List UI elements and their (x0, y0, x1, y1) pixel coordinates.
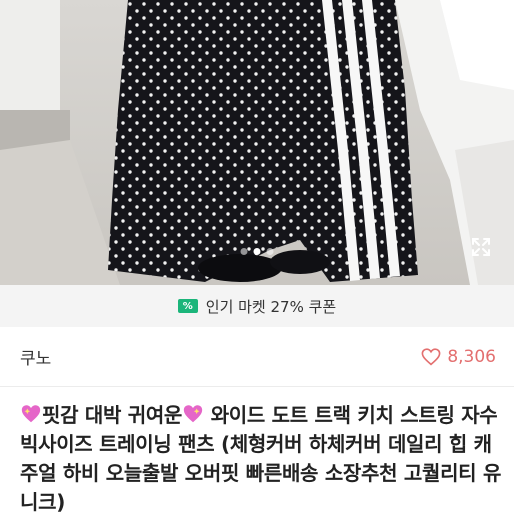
sparkling-heart-icon (183, 405, 203, 423)
carousel-dot[interactable] (240, 248, 248, 255)
coupon-banner[interactable]: % 인기 마켓 27% 쿠폰 (0, 285, 514, 327)
like-button[interactable]: 8,306 (421, 347, 496, 367)
product-photo-illustration (0, 0, 514, 285)
product-title-lead: 핏감 대박 귀여운 (42, 403, 183, 427)
seller-row: 쿠노 8,306 (0, 327, 514, 387)
coupon-tag-icon: % (177, 299, 198, 313)
product-image[interactable] (0, 0, 514, 285)
seller-name[interactable]: 쿠노 (20, 344, 51, 369)
carousel-indicator (240, 248, 274, 255)
like-count: 8,306 (447, 346, 496, 367)
sparkling-heart-icon (21, 405, 41, 423)
product-title: 핏감 대박 귀여운 와이드 도트 트랙 키치 스트링 자수 빅사이즈 트레이닝 … (20, 401, 506, 514)
carousel-dot[interactable] (266, 248, 274, 255)
expand-image-button[interactable] (470, 236, 500, 266)
coupon-text: 인기 마켓 27% 쿠폰 (205, 297, 337, 316)
expand-icon (472, 238, 490, 256)
heart-outline-icon (421, 347, 441, 365)
carousel-dot-active[interactable] (253, 248, 261, 255)
